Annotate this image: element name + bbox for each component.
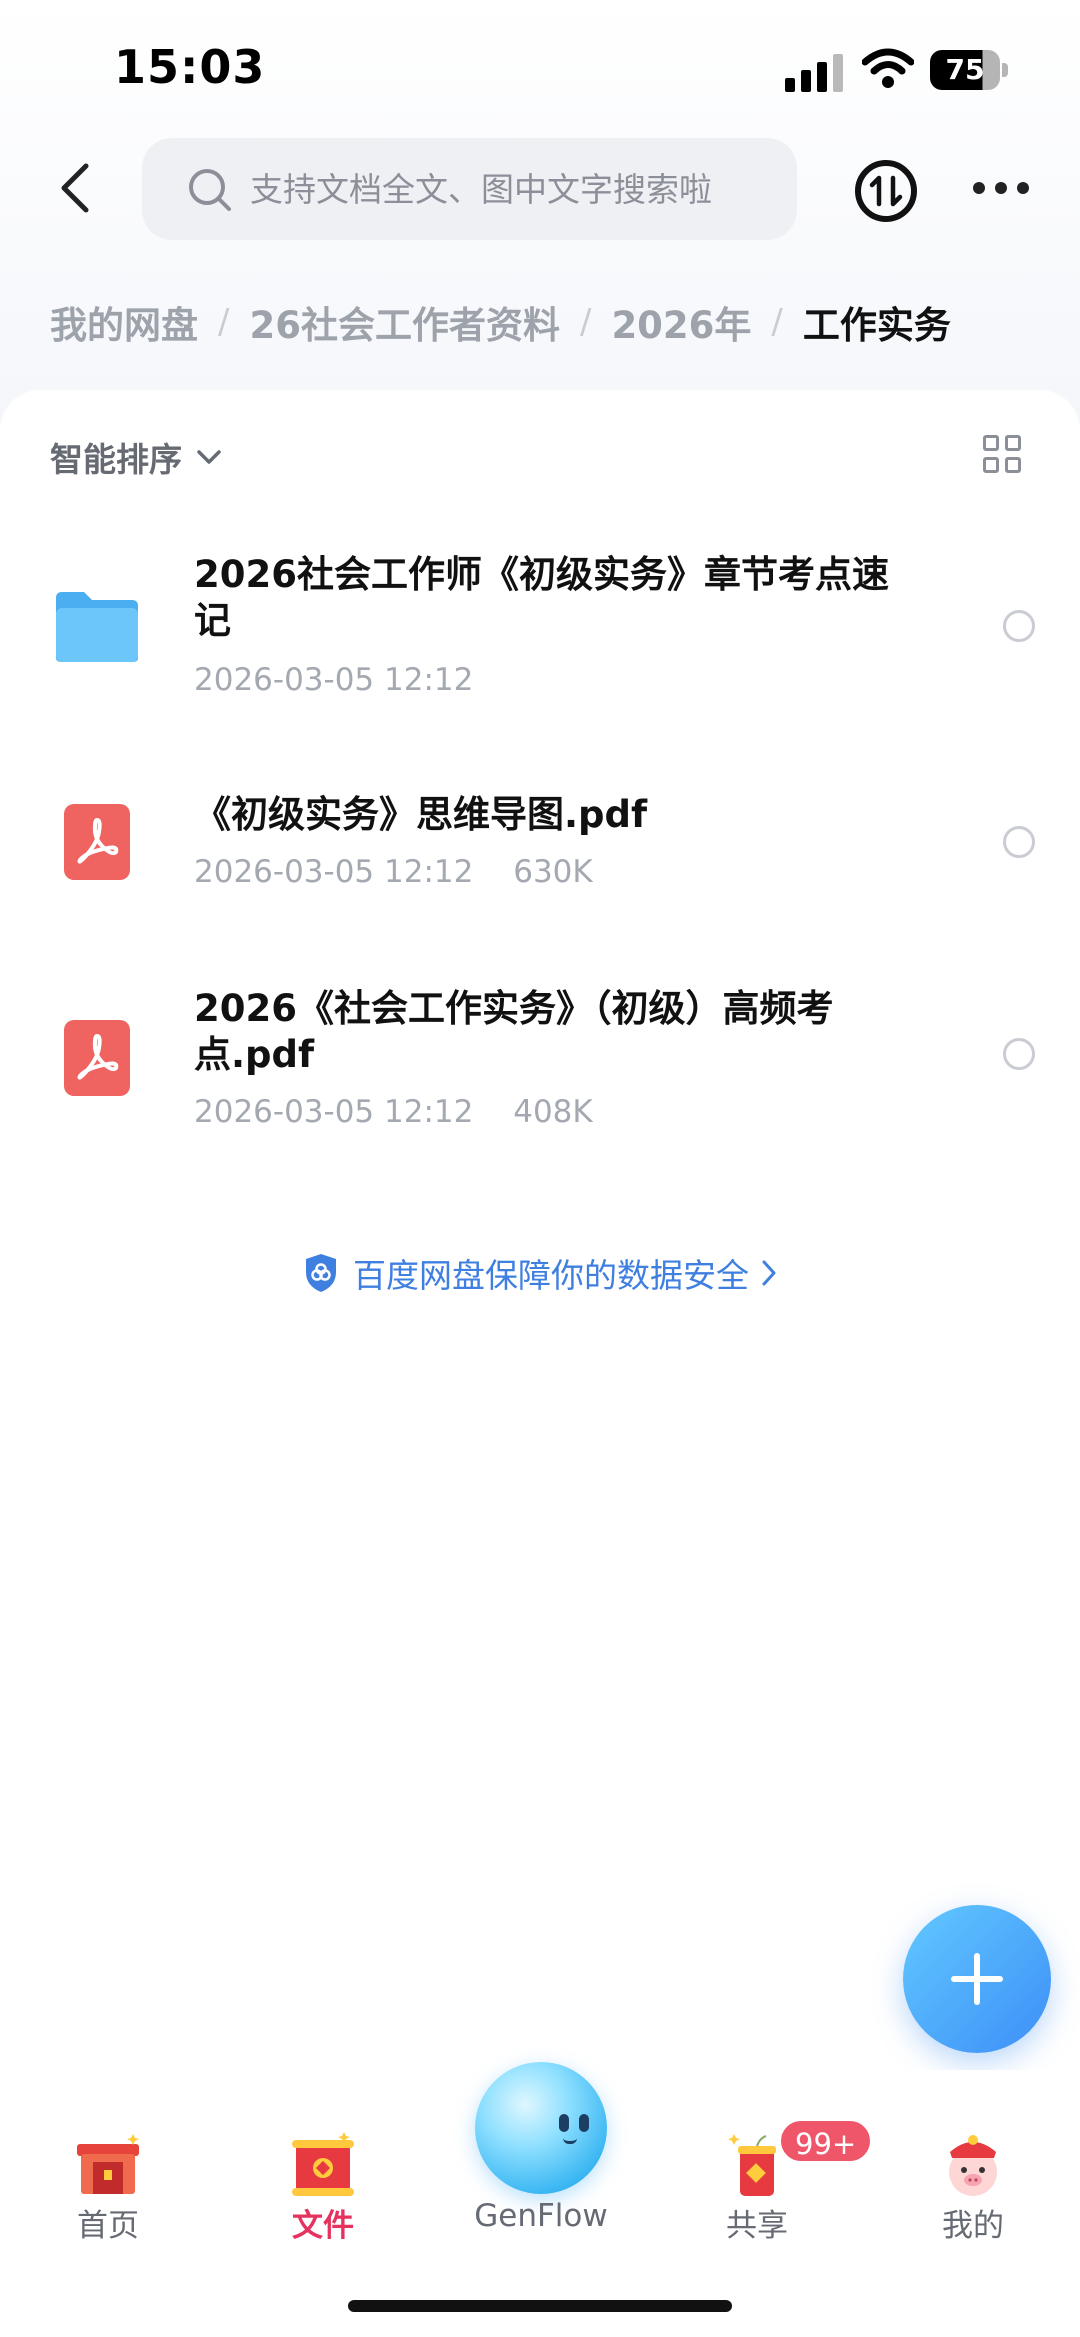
- sort-label: 智能排序: [50, 440, 182, 479]
- security-notice-link[interactable]: 百度网盘保障你的数据安全: [0, 1248, 1080, 1298]
- tab-label: 我的: [942, 2208, 1004, 2244]
- chevron-right-icon: [762, 1260, 776, 1286]
- breadcrumb-item-year[interactable]: 2026年: [611, 295, 751, 349]
- transfer-arrows-icon: [869, 175, 903, 207]
- wifi-icon: [862, 48, 914, 88]
- back-button[interactable]: [52, 158, 102, 218]
- status-time: 15:03: [114, 40, 266, 94]
- file-meta: 2026-03-05 12:12: [194, 662, 473, 698]
- tab-home[interactable]: 首页: [33, 2120, 183, 2250]
- home-indicator: [348, 2300, 732, 2312]
- file-name: 2026社会工作师《初级实务》章节考点速记: [194, 553, 889, 642]
- status-bar: 15:03 75: [0, 0, 1080, 130]
- file-size: 408K: [513, 1094, 593, 1130]
- list-item[interactable]: 2026《社会工作实务》（初级）高频考点.pdf 2026-03-05 12:1…: [0, 980, 1080, 1130]
- profile-pig-icon: [949, 2135, 997, 2196]
- breadcrumb-item-root[interactable]: 我的网盘: [50, 295, 198, 349]
- pdf-icon: [64, 1020, 130, 1096]
- breadcrumb-item-current: 工作实务: [802, 304, 951, 347]
- tab-profile[interactable]: 我的: [898, 2120, 1048, 2250]
- more-options-button[interactable]: [973, 180, 1029, 200]
- select-checkbox[interactable]: [1003, 1038, 1035, 1070]
- tab-genflow-label[interactable]: GenFlow: [455, 2198, 627, 2234]
- notification-badge: 99+: [778, 2118, 874, 2164]
- tab-label: 首页: [77, 2208, 139, 2244]
- breadcrumb-item-folder[interactable]: 26社会工作者资料: [249, 295, 560, 349]
- search-bar[interactable]: [142, 138, 797, 240]
- grid-view-toggle[interactable]: [983, 435, 1023, 475]
- breadcrumb-separator: /: [579, 302, 592, 342]
- chevron-down-icon: [197, 450, 221, 464]
- folder-icon: [56, 592, 138, 662]
- file-meta: 2026-03-05 12:12 408K: [194, 1094, 593, 1130]
- file-date: 2026-03-05 12:12: [194, 854, 474, 890]
- pdf-icon: [64, 804, 130, 880]
- file-date: 2026-03-05 12:12: [194, 662, 474, 698]
- breadcrumb: 我的网盘 / 26社会工作者资料 / 2026年 / 工作实务: [50, 292, 951, 352]
- battery-icon: 75: [930, 50, 1008, 90]
- list-item[interactable]: 2026社会工作师《初级实务》章节考点速记 2026-03-05 12:12: [0, 540, 1080, 720]
- home-gate-icon: [77, 2134, 139, 2194]
- shield-icon: [306, 1254, 336, 1292]
- sort-dropdown[interactable]: 智能排序: [50, 432, 222, 482]
- search-icon: [189, 169, 231, 211]
- file-name: 《初级实务》思维导图.pdf: [194, 793, 648, 836]
- file-name: 2026《社会工作实务》（初级）高频考点.pdf: [194, 987, 834, 1076]
- tab-label: 共享: [726, 2208, 788, 2244]
- list-item[interactable]: 《初级实务》思维导图.pdf 2026-03-05 12:12 630K: [0, 780, 1080, 910]
- tab-files[interactable]: 文件: [248, 2120, 398, 2250]
- security-notice-text: 百度网盘保障你的数据安全: [353, 1256, 749, 1295]
- file-size: 630K: [513, 854, 593, 890]
- select-checkbox[interactable]: [1003, 610, 1035, 642]
- tab-label: 文件: [292, 2208, 354, 2244]
- file-meta: 2026-03-05 12:12 630K: [194, 854, 593, 890]
- battery-level: 75: [930, 50, 1000, 90]
- transfer-list-button[interactable]: [855, 160, 917, 222]
- cellular-signal-icon: [785, 52, 845, 92]
- add-button[interactable]: [903, 1905, 1051, 2053]
- genflow-orb-icon[interactable]: [475, 2062, 607, 2194]
- file-date: 2026-03-05 12:12: [194, 1094, 474, 1130]
- breadcrumb-separator: /: [218, 302, 230, 342]
- search-input[interactable]: [250, 160, 770, 218]
- files-scroll-icon: [292, 2132, 354, 2196]
- select-checkbox[interactable]: [1003, 826, 1035, 858]
- breadcrumb-separator: /: [771, 302, 783, 342]
